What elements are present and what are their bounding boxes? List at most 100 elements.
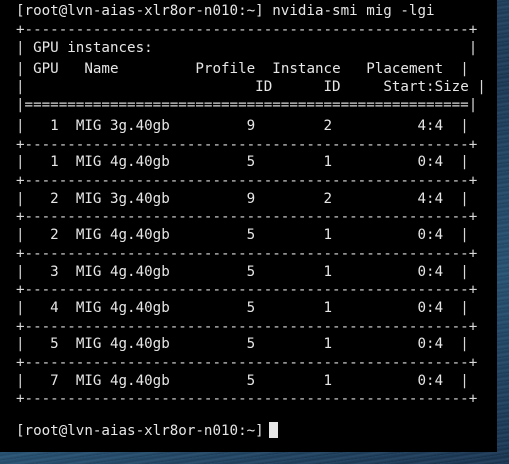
- cell-spacing: [443, 118, 460, 134]
- cell-spacing: [25, 154, 51, 170]
- cell-spacing: [25, 336, 51, 352]
- cell-name: MIG 3g.40gb: [75, 190, 170, 207]
- header-name: Name: [84, 61, 119, 77]
- cell-spacing: [255, 373, 323, 389]
- cell-profile-id: 5: [246, 300, 256, 316]
- cell-spacing: [59, 264, 76, 280]
- row-separator: +---------------------------------------…: [16, 172, 478, 189]
- cell-name: MIG 4g.40gb: [75, 263, 170, 280]
- cell-spacing: [59, 336, 76, 352]
- cell-placement: 0:4: [417, 336, 444, 353]
- cell-border: |: [460, 118, 469, 134]
- cell-profile-id: 5: [246, 227, 256, 244]
- cell-placement: 0:4: [417, 263, 444, 280]
- header-placement: Placement: [366, 61, 444, 77]
- cell-spacing: [255, 154, 323, 170]
- cell-spacing: [59, 118, 76, 134]
- cell-profile-id: 9: [246, 190, 256, 207]
- cell-border: |: [16, 300, 25, 316]
- cell-spacing: [255, 300, 323, 316]
- cell-profile-id: 5: [246, 263, 256, 280]
- command-line: [root@lvn-aias-xlr8or-n010:~] nvidia-smi…: [16, 3, 435, 21]
- cell-spacing: [255, 336, 323, 352]
- final-prompt-line[interactable]: [root@lvn-aias-xlr8or-n010:~]: [16, 422, 278, 440]
- cell-instance-id: 1: [323, 336, 333, 353]
- cell-spacing: [332, 227, 417, 243]
- cell-spacing: [59, 227, 76, 243]
- cell-spacing: [443, 300, 460, 316]
- table-border-top: +---------------------------------------…: [16, 22, 478, 38]
- table-row: | 5 MIG 4g.40gb 5 1 0:4 |: [16, 336, 469, 354]
- cell-spacing: [255, 118, 323, 134]
- row-separator: +---------------------------------------…: [16, 209, 478, 226]
- cell-spacing: [332, 191, 417, 207]
- section-title-row: | GPU instances: |: [16, 40, 478, 56]
- cell-spacing: [170, 300, 247, 316]
- cell-name: MIG 4g.40gb: [75, 227, 170, 244]
- command-prompt: [root@lvn-aias-xlr8or-n010:~]: [16, 3, 264, 19]
- header-row-1: | GPU Name Profile Instance Placement |: [16, 61, 469, 77]
- cell-spacing: [332, 373, 417, 389]
- cell-instance-id: 1: [323, 154, 333, 171]
- cell-spacing: [443, 191, 460, 207]
- cell-border: |: [460, 263, 469, 280]
- table-border-header: |=======================================…: [16, 97, 478, 113]
- section-title: GPU instances:: [33, 40, 153, 56]
- header-instance: Instance: [272, 61, 341, 77]
- cell-border: |: [460, 190, 469, 207]
- table-row: | 3 MIG 4g.40gb 5 1 0:4 |: [16, 264, 469, 282]
- terminal-window[interactable]: [root@lvn-aias-xlr8or-n010:~] nvidia-smi…: [0, 0, 497, 452]
- cell-gpu: 4: [50, 300, 59, 316]
- cell-spacing: [332, 264, 417, 280]
- cell-instance-id: 1: [323, 227, 333, 244]
- cell-border: |: [460, 336, 469, 353]
- header-profile: Profile: [195, 61, 256, 77]
- cell-name: MIG 3g.40gb: [75, 118, 170, 134]
- cell-gpu: 2: [50, 190, 59, 207]
- cell-spacing: [443, 154, 460, 170]
- row-separator: +---------------------------------------…: [16, 354, 478, 371]
- row-separator: +---------------------------------------…: [16, 391, 478, 408]
- cell-placement: 4:4: [417, 118, 444, 134]
- cell-gpu: 7: [50, 372, 59, 389]
- cell-gpu: 1: [50, 118, 59, 134]
- cell-border: |: [16, 263, 25, 280]
- cell-border: |: [16, 336, 25, 353]
- cell-profile-id: 5: [246, 372, 256, 389]
- row-separator: +---------------------------------------…: [16, 318, 478, 335]
- cell-spacing: [255, 264, 323, 280]
- row-separator: +---------------------------------------…: [16, 282, 478, 299]
- row-separator: +---------------------------------------…: [16, 136, 478, 153]
- cell-spacing: [332, 300, 417, 316]
- cell-placement: 0:4: [417, 372, 444, 389]
- table-row: | 1 MIG 4g.40gb 5 1 0:4 |: [16, 154, 469, 172]
- table-row: | 4 MIG 4g.40gb 5 1 0:4 |: [16, 300, 469, 318]
- cell-profile-id: 5: [246, 336, 256, 353]
- cell-spacing: [443, 336, 460, 352]
- cell-placement: 0:4: [417, 300, 444, 316]
- cell-gpu: 5: [50, 336, 59, 353]
- cell-spacing: [170, 373, 247, 389]
- cell-spacing: [170, 264, 247, 280]
- cell-border: |: [460, 372, 469, 389]
- cell-instance-id: 2: [323, 118, 333, 134]
- cell-name: MIG 4g.40gb: [75, 336, 170, 353]
- cell-border: |: [460, 154, 469, 171]
- cell-spacing: [443, 373, 460, 389]
- final-prompt: [root@lvn-aias-xlr8or-n010:~]: [16, 423, 264, 439]
- cell-spacing: [443, 227, 460, 243]
- header-gpu: GPU: [33, 61, 59, 77]
- cell-spacing: [170, 191, 247, 207]
- cell-spacing: [59, 154, 76, 170]
- cell-spacing: [59, 300, 76, 316]
- cell-instance-id: 2: [323, 190, 333, 207]
- cell-name: MIG 4g.40gb: [75, 300, 170, 316]
- cell-border: |: [16, 118, 25, 134]
- cell-instance-id: 1: [323, 300, 333, 316]
- cell-gpu: 3: [50, 263, 59, 280]
- cell-spacing: [332, 154, 417, 170]
- terminal-cursor: [268, 422, 278, 438]
- cell-border: |: [16, 372, 25, 389]
- table-row: | 7 MIG 4g.40gb 5 1 0:4 |: [16, 373, 469, 391]
- cell-gpu: 1: [50, 154, 59, 171]
